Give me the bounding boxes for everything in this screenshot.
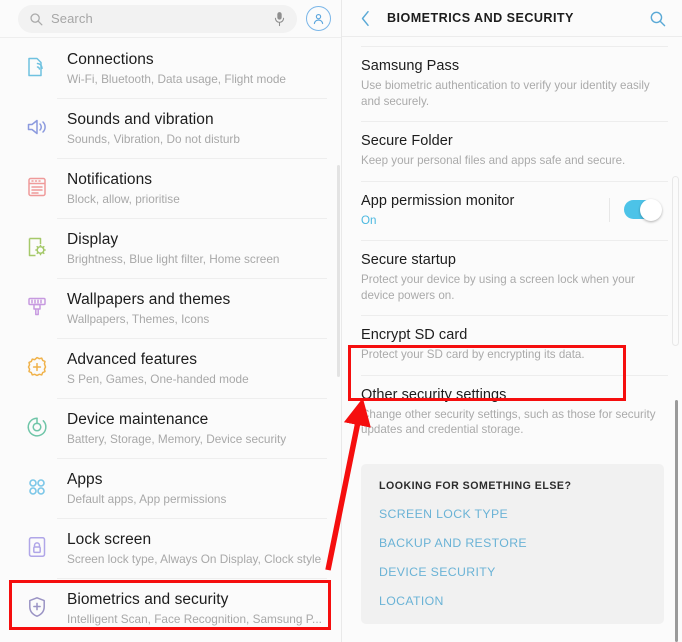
biometrics-security-icon [22,592,52,622]
link-screen-lock-type[interactable]: SCREEN LOCK TYPE [379,507,646,521]
sidebar-item-title: Apps [67,471,103,488]
setting-title: App permission monitor [361,192,515,209]
search-icon [29,12,43,26]
sidebar-item-subtitle: Sounds, Vibration, Do not disturb [67,132,240,146]
search-bar-row: Search [0,0,341,38]
looking-card-heading: LOOKING FOR SOMETHING ELSE? [379,479,572,492]
sidebar-item-notifications[interactable]: Notifications Block, allow, prioritise [0,158,341,218]
sidebar-item-title: Sounds and vibration [67,111,214,128]
looking-for-something-else-card: LOOKING FOR SOMETHING ELSE? SCREEN LOCK … [361,463,664,624]
sidebar-item-subtitle: Screen lock type, Always On Display, Clo… [67,552,322,566]
sidebar-item-advanced-features[interactable]: Advanced features S Pen, Games, One-hand… [0,338,341,398]
search-input[interactable]: Search [18,4,297,33]
sidebar-item-title: Connections [67,51,154,68]
setting-subtitle: Change other security settings, such as … [361,407,656,437]
sidebar-item-title: Device maintenance [67,411,209,428]
search-icon[interactable] [647,8,668,29]
security-settings-list: Samsung Pass Use biometric authenticatio… [342,37,682,624]
setting-status: On [361,213,377,227]
sidebar-item-subtitle: Block, allow, prioritise [67,192,180,206]
left-panel-scrollbar[interactable] [337,165,340,377]
setting-title: Secure Folder [361,133,453,149]
sidebar-item-device-maintenance[interactable]: Device maintenance Battery, Storage, Mem… [0,398,341,458]
settings-screen: Search Connections Wi-Fi, Bluetooth, Dat… [0,0,682,642]
page-title: BIOMETRICS AND SECURITY [387,11,574,25]
microphone-icon[interactable] [273,11,286,27]
sidebar-item-title: Notifications [67,171,153,188]
account-avatar-icon [313,13,324,25]
account-avatar-button[interactable] [306,6,331,31]
setting-row-secure-startup[interactable]: Secure startup Protect your device by us… [342,240,682,315]
biometrics-detail-panel: BIOMETRICS AND SECURITY Samsung Pass Use… [342,0,682,642]
setting-subtitle: Keep your personal files and apps safe a… [361,154,626,167]
settings-items-list: Connections Wi-Fi, Bluetooth, Data usage… [0,38,341,638]
sidebar-item-title: Lock screen [67,531,152,548]
sidebar-item-wallpapers-and-themes[interactable]: Wallpapers and themes Wallpapers, Themes… [0,278,341,338]
wallpapers-themes-icon [22,292,52,322]
display-icon [22,232,52,262]
app-permission-monitor-toggle[interactable] [624,198,662,221]
sidebar-item-subtitle: Wallpapers, Themes, Icons [67,312,210,326]
connections-icon [22,52,52,82]
link-device-security[interactable]: DEVICE SECURITY [379,565,646,579]
toggle-separator [609,197,610,222]
setting-title: Secure startup [361,252,456,268]
sidebar-item-display[interactable]: Display Brightness, Blue light filter, H… [0,218,341,278]
lock-screen-icon [22,532,52,562]
detail-header: BIOMETRICS AND SECURITY [342,0,682,37]
search-placeholder-text: Search [51,11,93,26]
setting-title: Samsung Pass [361,58,460,74]
settings-list-panel: Search Connections Wi-Fi, Bluetooth, Dat… [0,0,341,642]
setting-row-secure-folder[interactable]: Secure Folder Keep your personal files a… [342,121,682,181]
sidebar-item-sounds-and-vibration[interactable]: Sounds and vibration Sounds, Vibration, … [0,98,341,158]
setting-row-samsung-pass[interactable]: Samsung Pass Use biometric authenticatio… [342,46,682,121]
sidebar-item-lock-screen[interactable]: Lock screen Screen lock type, Always On … [0,518,341,578]
sidebar-item-subtitle: Battery, Storage, Memory, Device securit… [67,432,287,446]
apps-icon [22,472,52,502]
setting-subtitle: Use biometric authentication to verify y… [361,79,650,108]
device-maintenance-icon [22,412,52,442]
setting-title: Other security settings [361,386,507,403]
sounds-vibration-icon [22,112,52,142]
sidebar-item-title: Wallpapers and themes [67,291,231,308]
sidebar-item-subtitle: Intelligent Scan, Face Recognition, Sams… [67,612,322,626]
sidebar-item-subtitle: S Pen, Games, One-handed mode [67,372,249,386]
setting-row-app-permission-monitor[interactable]: App permission monitor On [342,180,682,241]
sidebar-item-title: Advanced features [67,351,198,368]
sidebar-item-subtitle: Wi-Fi, Bluetooth, Data usage, Flight mod… [67,72,286,86]
back-chevron-icon[interactable] [355,8,375,28]
notifications-icon [22,172,52,202]
link-backup-and-restore[interactable]: BACKUP AND RESTORE [379,536,646,550]
sidebar-item-subtitle: Default apps, App permissions [67,492,227,506]
right-panel-scrollbar[interactable] [674,400,678,642]
sidebar-item-title: Biometrics and security [67,591,229,608]
right-panel-scroll-track[interactable] [672,176,679,346]
sidebar-item-subtitle: Brightness, Blue light filter, Home scre… [67,252,280,266]
setting-title: Encrypt SD card [361,327,468,343]
sidebar-item-apps[interactable]: Apps Default apps, App permissions [0,458,341,518]
sidebar-item-connections[interactable]: Connections Wi-Fi, Bluetooth, Data usage… [0,38,341,98]
setting-row-other-security-settings[interactable]: Other security settings Change other sec… [342,374,682,450]
toggle-knob [640,198,662,221]
sidebar-item-biometrics-and-security[interactable]: Biometrics and security Intelligent Scan… [0,578,341,638]
sidebar-item-title: Display [67,231,119,248]
setting-subtitle: Protect your device by using a screen lo… [361,273,635,302]
setting-row-encrypt-sd-card[interactable]: Encrypt SD card Protect your SD card by … [342,315,682,375]
advanced-features-icon [22,352,52,382]
setting-subtitle: Protect your SD card by encrypting its d… [361,348,585,361]
link-location[interactable]: LOCATION [379,594,646,608]
